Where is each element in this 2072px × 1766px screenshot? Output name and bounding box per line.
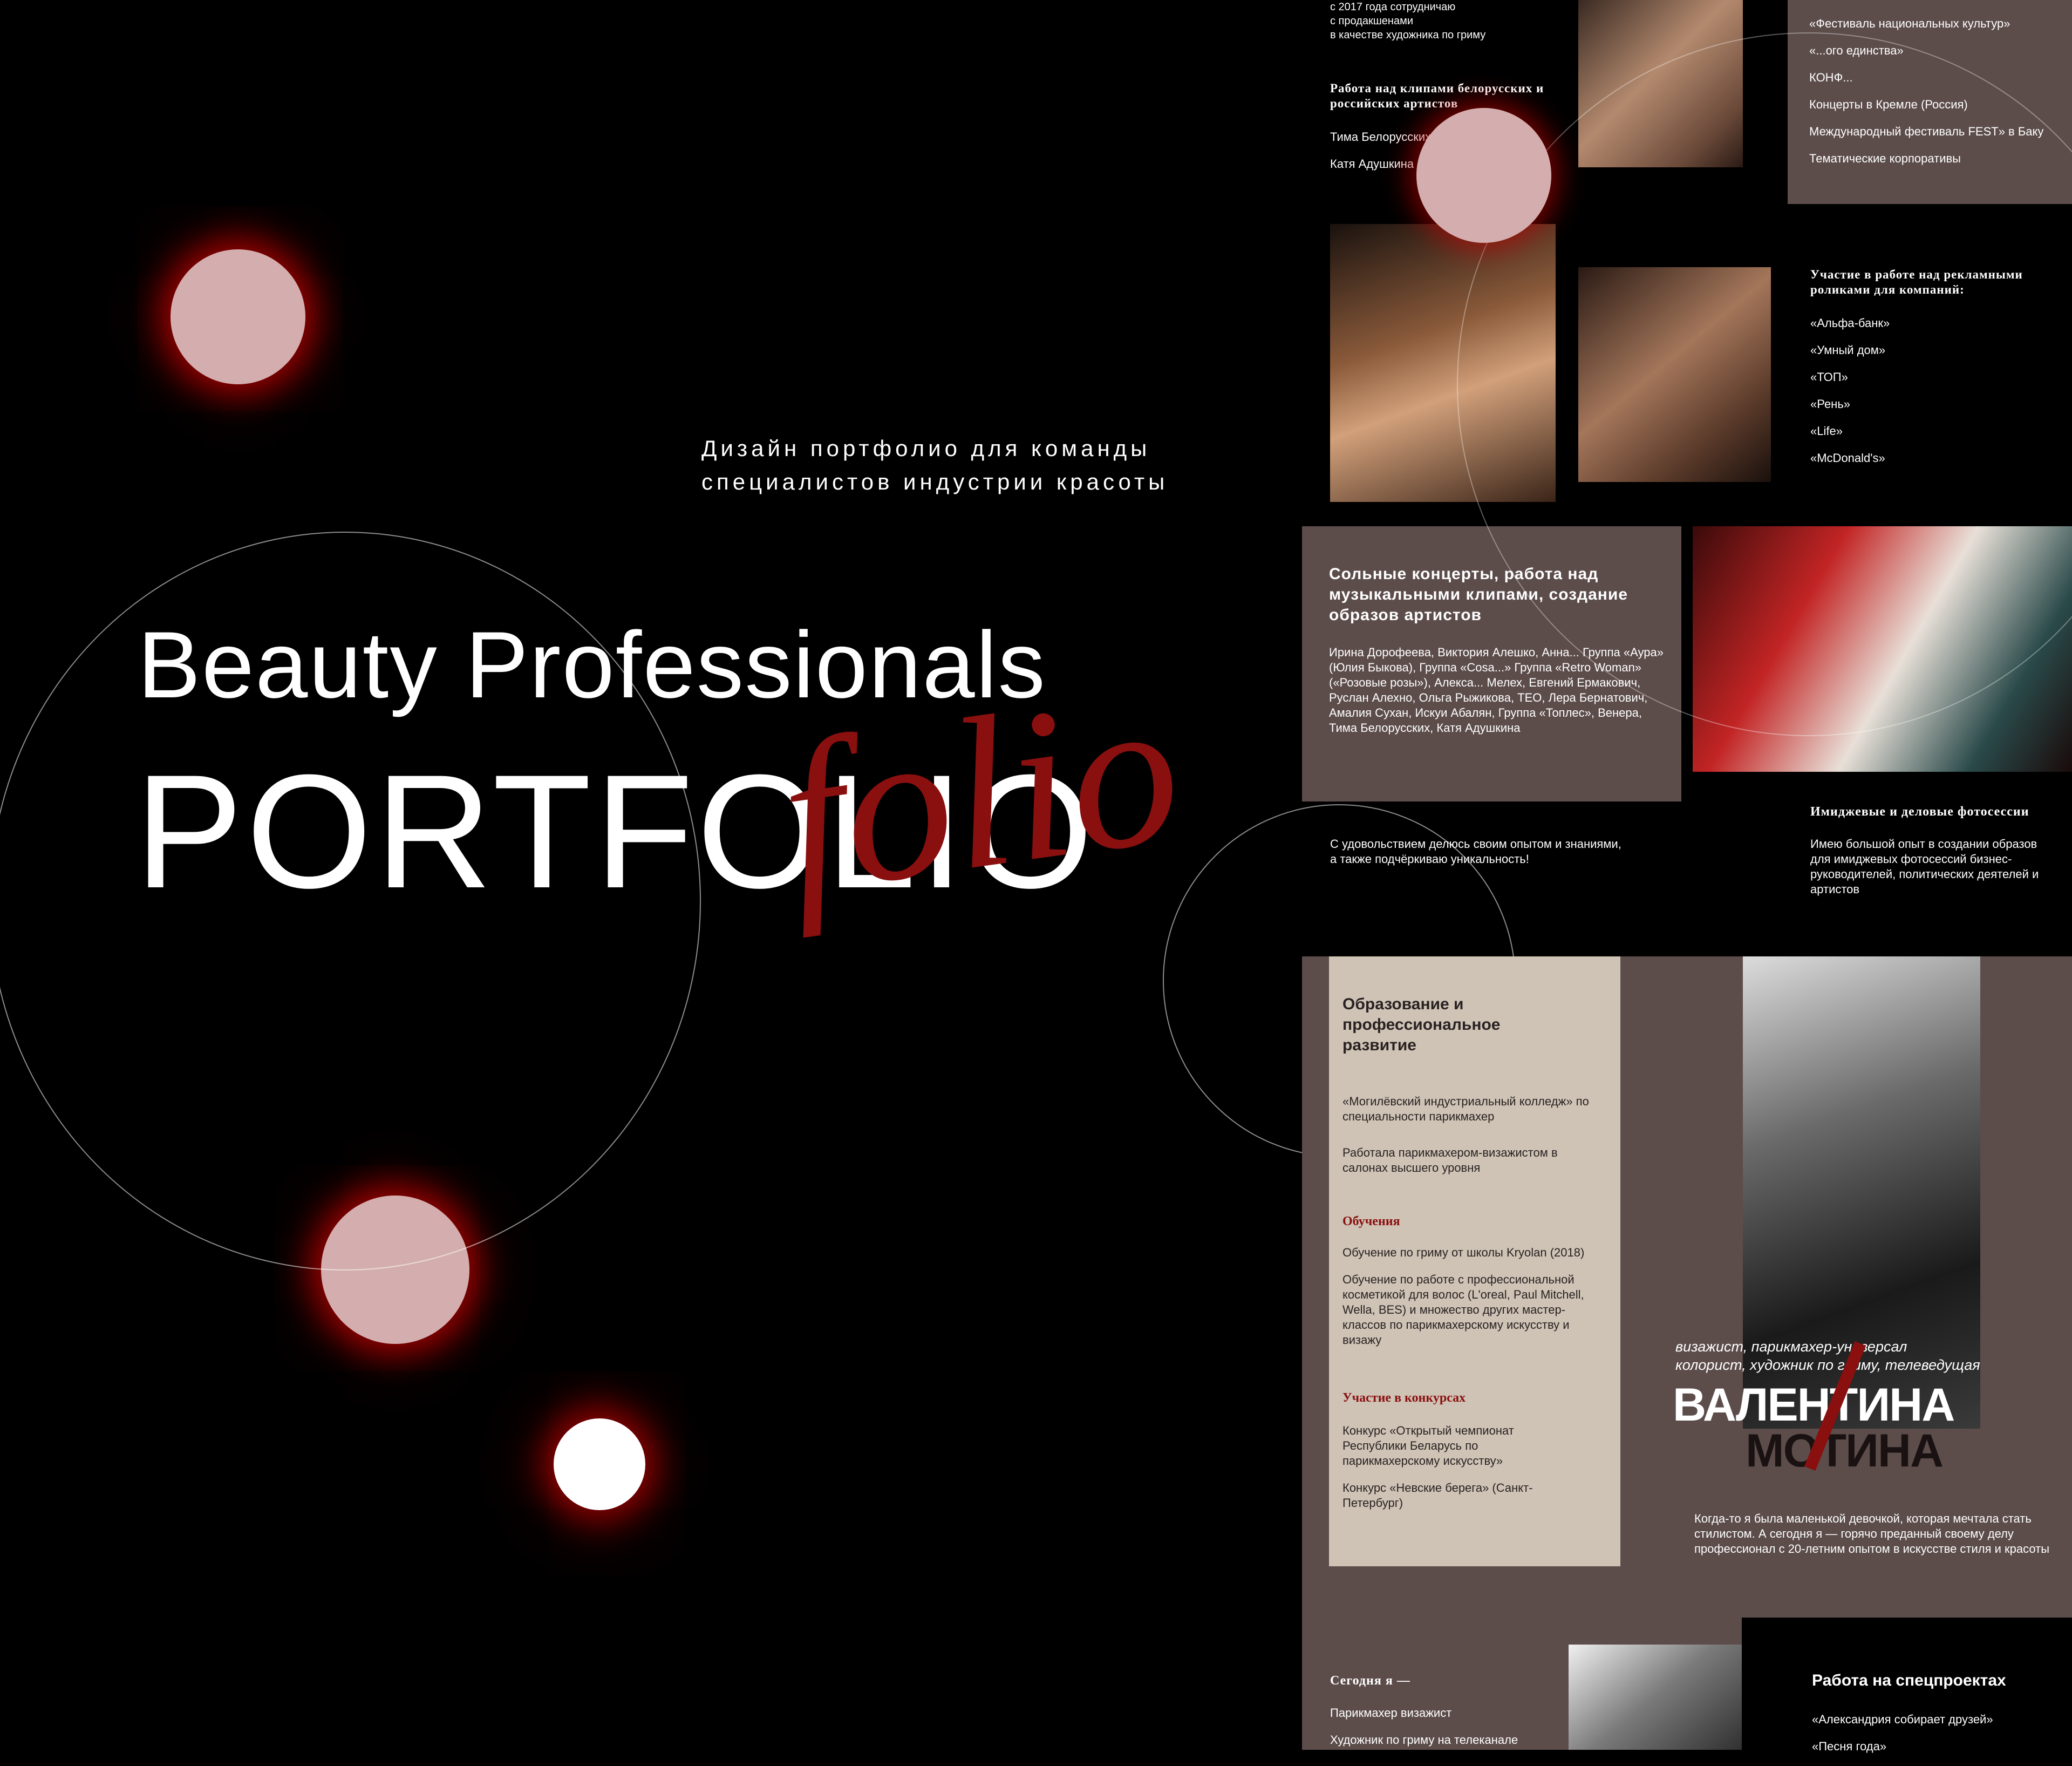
decorative-white-circle	[554, 1418, 645, 1510]
share-text: С удовольствием делюсь своим опытом и зн…	[1330, 837, 1621, 867]
profile-name-first: ВАЛЕНТИНА	[1673, 1379, 1955, 1431]
list-item: «Александрия собирает друзей»	[1812, 1713, 1993, 1726]
training-heading: Обучения	[1342, 1214, 1400, 1228]
hero-script-overlay: folio	[767, 647, 1193, 939]
education-heading: Образование и профессиональное развитие	[1342, 995, 1501, 1054]
list-item: Парикмахер визажист	[1330, 1706, 1452, 1720]
intro-line: с продакшенами	[1330, 15, 1413, 27]
clips-heading: Работа над клипами белорусских и российс…	[1330, 81, 1544, 110]
decorative-pink-circle-right	[1416, 108, 1551, 243]
today-list: Парикмахер визажист Художник по гриму на…	[1330, 1706, 1546, 1760]
education-card: Образование и профессиональное развитие …	[1329, 956, 1620, 1566]
list-item: Конкурс «Невские берега» (Санкт-Петербур…	[1342, 1481, 1533, 1510]
list-item: «Песня года»	[1812, 1740, 1887, 1753]
intro-line: с 2017 года сотрудничаю	[1330, 1, 1456, 13]
special-projects-panel: Работа на спецпроектах «Александрия соби…	[1742, 1618, 2072, 1753]
contests-heading: Участие в конкурсах	[1342, 1391, 1466, 1405]
profile-roles-line2: колорист, художник по гриму, телеведущая	[1675, 1357, 1980, 1373]
decorative-pink-circle-top	[171, 249, 305, 384]
contests-list: Конкурс «Открытый чемпионат Республики Б…	[1342, 1423, 1569, 1523]
share-line1: С удовольствием делюсь своим опытом и зн…	[1330, 837, 1621, 851]
training-list: Обучение по гриму от школы Kryolan (2018…	[1342, 1245, 1607, 1360]
profile-roles-line1: визажист, парикмахер-универсал	[1675, 1339, 1907, 1355]
list-item: Конкурс «Открытый чемпионат Республики Б…	[1342, 1424, 1514, 1468]
today-heading: Сегодня я —	[1330, 1674, 1410, 1688]
share-line2: а также подчёркиваю уникальность!	[1330, 852, 1529, 866]
hero-subtitle: Дизайн портфолио для команды специалисто…	[701, 432, 1168, 499]
list-item: Обучение по работе с профессиональной ко…	[1342, 1273, 1584, 1347]
list-item: «Фестиваль национальных культур»	[1809, 17, 2010, 30]
special-heading: Работа на спецпроектах	[1812, 1672, 2006, 1689]
intro-line: в качестве художника по гриму	[1330, 29, 1486, 41]
education-college: «Могилёвский индустриальный колледж» по …	[1342, 1095, 1589, 1123]
hero-subtitle-line2: специалистов индустрии красоты	[701, 469, 1169, 494]
profile-bio: Когда-то я была маленькой девочкой, кото…	[1694, 1512, 2050, 1556]
intro-text: с 2017 года сотрудничаю с продакшенами в…	[1330, 0, 1485, 42]
education-work: Работала парикмахером-визажистом в салон…	[1342, 1146, 1558, 1174]
special-list: «Александрия собирает друзей» «Песня год…	[1812, 1712, 1993, 1766]
image-sessions-heading: Имиджевые и деловые фотосессии	[1810, 805, 2029, 819]
hero-subtitle-line1: Дизайн портфолио для команды	[701, 436, 1151, 461]
profile-roles: визажист, парикмахер-универсал колорист,…	[1675, 1337, 1980, 1374]
image-sessions-body: Имею большой опыт в создании образов для…	[1810, 837, 2039, 896]
profile-name-last: МОТИНА	[1746, 1425, 1944, 1477]
list-item: Художник по гриму на телеканале	[1330, 1733, 1518, 1747]
list-item: Обучение по гриму от школы Kryolan (2018…	[1342, 1246, 1585, 1259]
